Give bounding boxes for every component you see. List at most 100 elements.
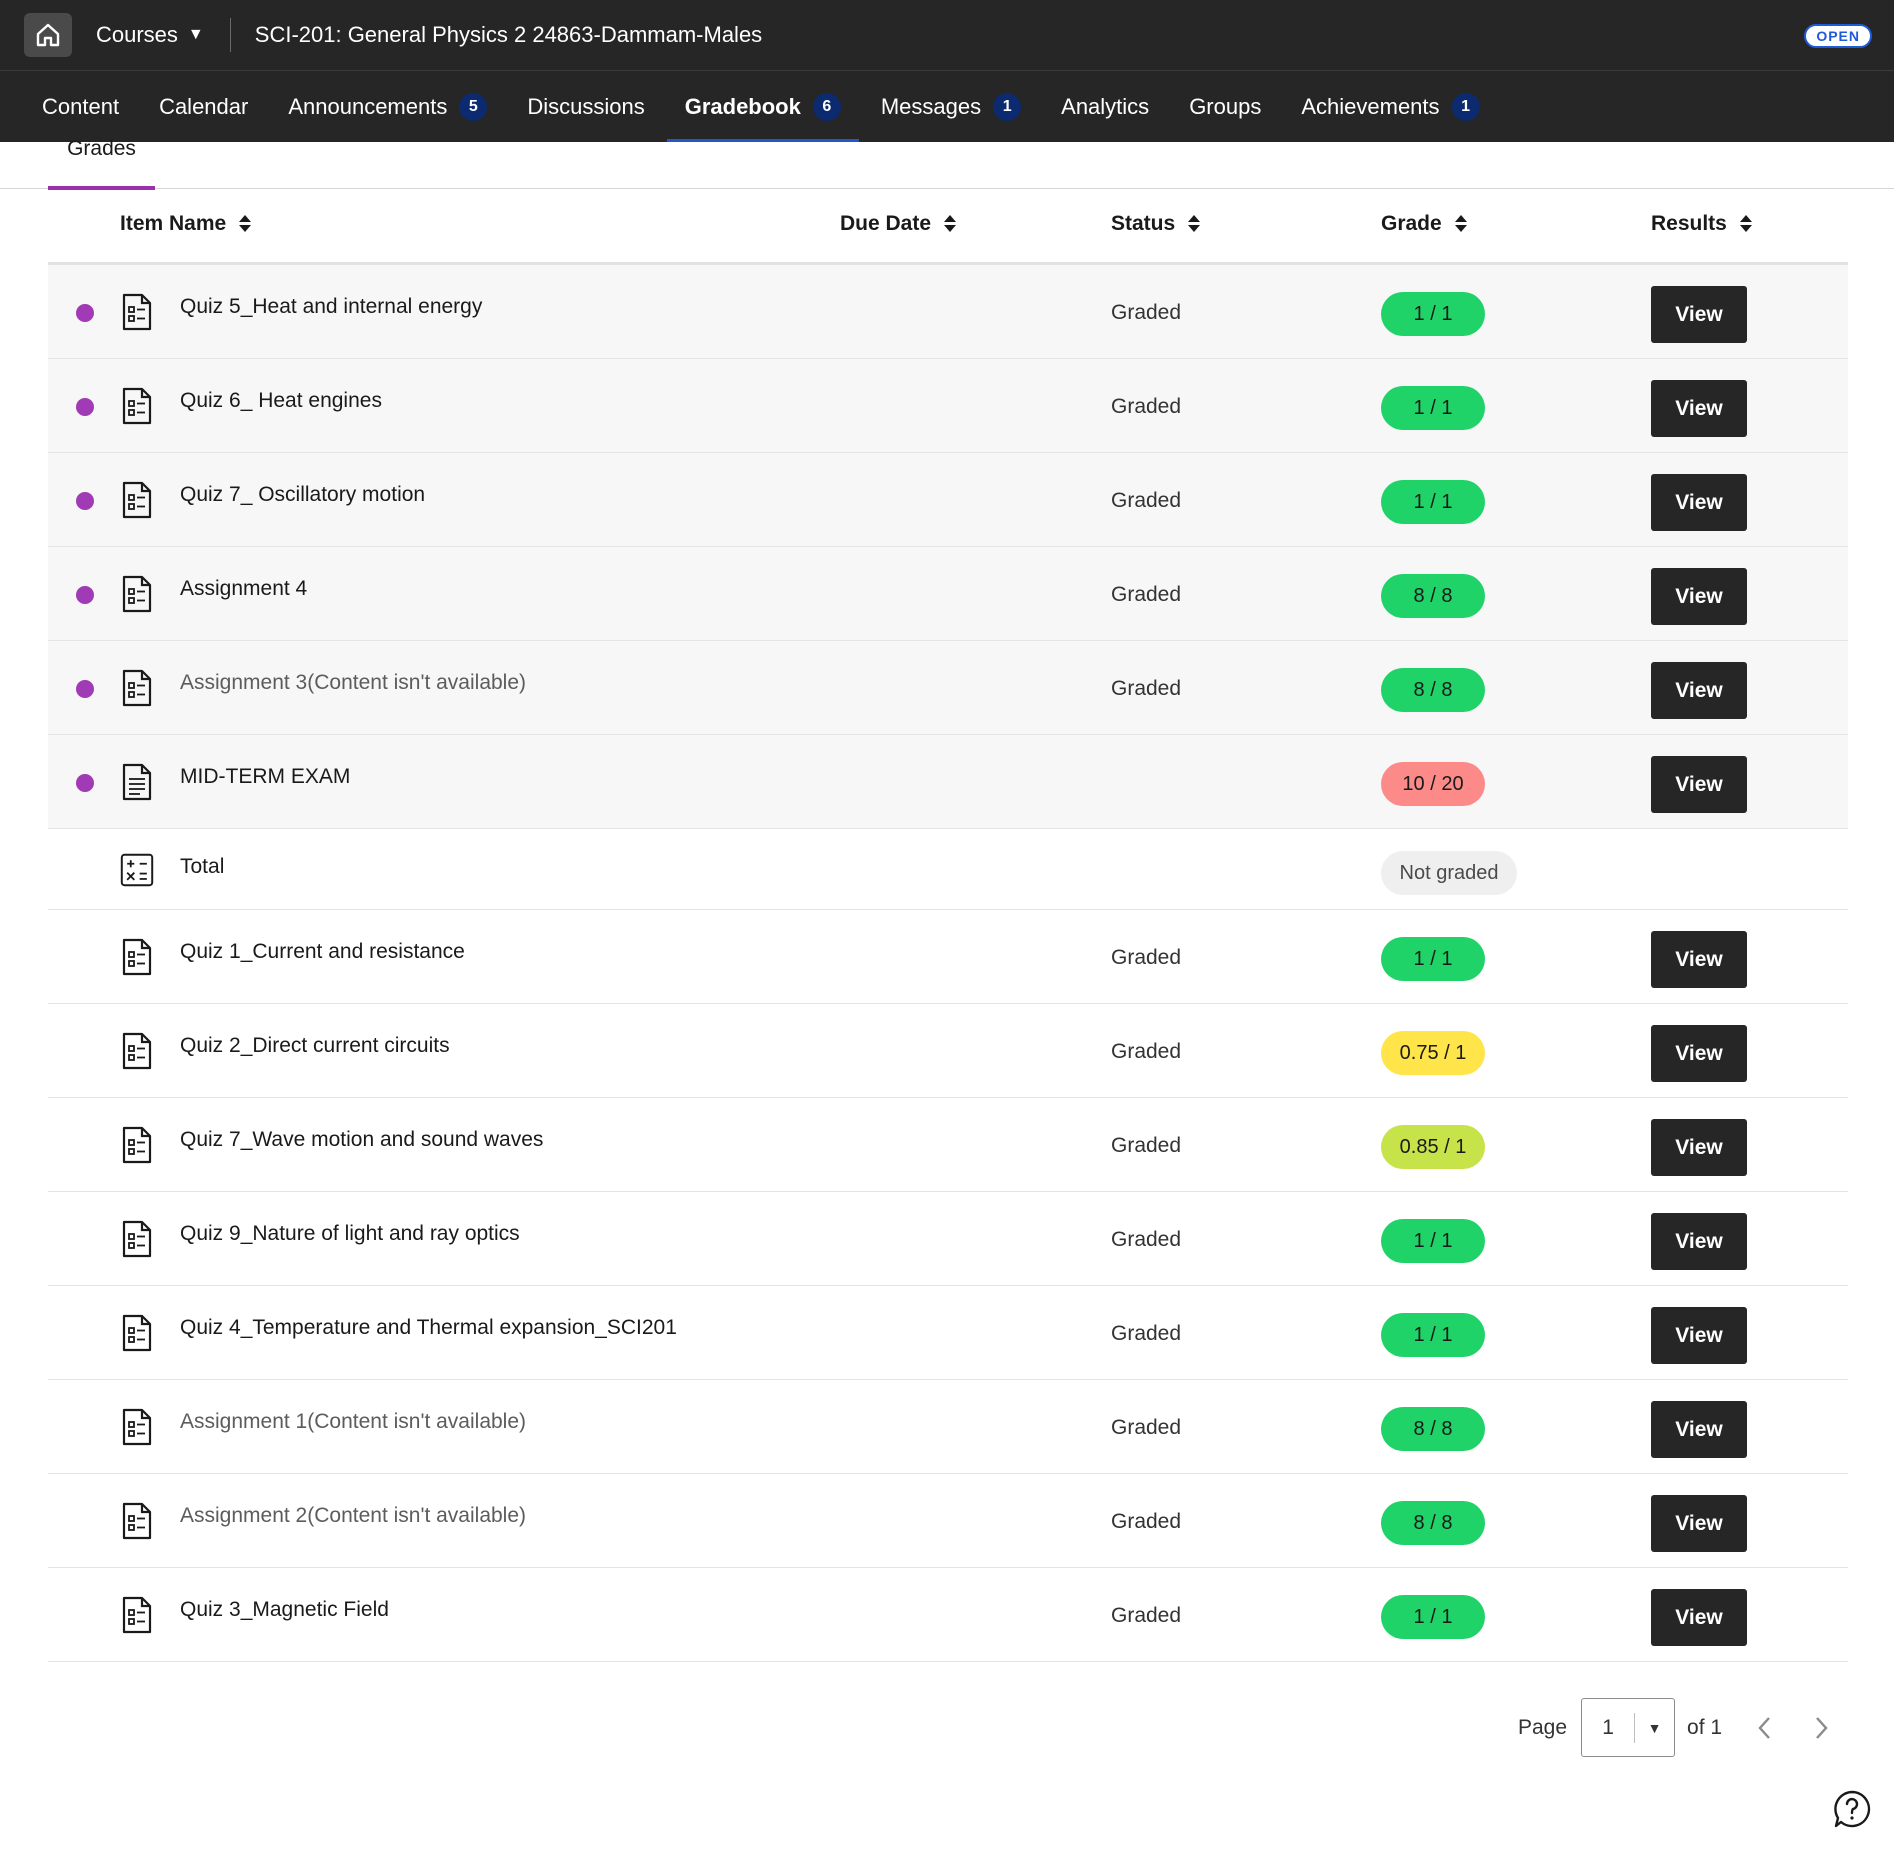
courses-menu[interactable]: Courses ▼ xyxy=(96,22,204,48)
header-label: Due Date xyxy=(840,212,932,235)
table-row: Quiz 5_Heat and internal energy Graded 1 /… xyxy=(48,265,1848,359)
item-name[interactable]: Quiz 7_ Oscillatory motion xyxy=(180,483,425,507)
caret-down-icon: ▼ xyxy=(1647,1719,1662,1736)
tab-label: Groups xyxy=(1189,93,1262,119)
item-name[interactable]: Quiz 2_Direct current circuits xyxy=(180,1034,450,1058)
tab-gradebook[interactable]: Gradebook 6 xyxy=(666,71,860,142)
quiz-document-icon xyxy=(122,1032,152,1070)
count-badge: 6 xyxy=(812,92,841,121)
table-row: Quiz 9_Nature of light and ray optics Gra… xyxy=(48,1192,1848,1286)
grade-pill: 8 / 8 xyxy=(1381,1501,1485,1545)
status-text: Graded xyxy=(1111,489,1182,512)
new-item-dot xyxy=(76,774,94,792)
item-name[interactable]: Assignment 2(Content isn't available) xyxy=(180,1504,526,1528)
item-name[interactable]: MID-TERM EXAM xyxy=(180,765,350,789)
tab-achievements[interactable]: Achievements 1 xyxy=(1283,71,1497,142)
item-name[interactable]: Quiz 5_Heat and internal energy xyxy=(180,295,482,319)
quiz-document-icon xyxy=(122,575,152,613)
tab-grades[interactable]: Grades xyxy=(48,138,155,190)
table-row: Quiz 2_Direct current circuits Graded 0.75… xyxy=(48,1004,1848,1098)
pagination: Page 1 ▼ of 1 xyxy=(1518,1697,1834,1758)
header-grade[interactable]: Grade xyxy=(1381,212,1468,236)
table-row: Assignment 2(Content isn't available) Gra… xyxy=(48,1474,1848,1568)
item-name[interactable]: Assignment 3(Content isn't available) xyxy=(180,671,526,695)
top-bar: Courses ▼ SCI-201: General Physics 2 248… xyxy=(0,0,1894,71)
new-item-dot xyxy=(76,680,94,698)
header-label: Results xyxy=(1651,212,1727,235)
header-label: Item Name xyxy=(120,212,227,235)
header-results[interactable]: Results xyxy=(1651,212,1753,236)
item-name[interactable]: Quiz 1_Current and resistance xyxy=(180,940,465,964)
item-name[interactable]: Quiz 6_ Heat engines xyxy=(180,389,382,413)
item-name: Total xyxy=(180,855,225,878)
tab-analytics[interactable]: Analytics xyxy=(1043,71,1167,142)
item-name[interactable]: Quiz 3_Magnetic Field xyxy=(180,1598,389,1622)
view-results-button[interactable]: View xyxy=(1651,1025,1747,1082)
view-results-button[interactable]: View xyxy=(1651,756,1747,813)
tab-label: Gradebook xyxy=(684,93,801,119)
view-results-button[interactable]: View xyxy=(1651,1589,1747,1646)
status-text: Graded xyxy=(1111,1322,1182,1345)
tab-messages[interactable]: Messages 1 xyxy=(863,71,1039,142)
tab-calendar[interactable]: Calendar xyxy=(141,71,266,142)
home-button[interactable] xyxy=(24,13,72,57)
view-results-button[interactable]: View xyxy=(1651,662,1747,719)
page-select-value: 1 xyxy=(1602,1715,1614,1739)
tab-discussions[interactable]: Discussions xyxy=(509,71,662,142)
tab-content[interactable]: Content xyxy=(0,71,137,142)
sort-icon xyxy=(1187,213,1201,235)
tab-groups[interactable]: Groups xyxy=(1171,71,1279,142)
item-name[interactable]: Assignment 1(Content isn't available) xyxy=(180,1410,526,1434)
quiz-document-icon xyxy=(122,387,152,425)
status-text: Graded xyxy=(1111,1040,1182,1063)
quiz-document-icon xyxy=(122,1314,152,1352)
grade-pill: 1 / 1 xyxy=(1381,386,1485,430)
tab-announcements[interactable]: Announcements 5 xyxy=(270,71,505,142)
tab-label: Analytics xyxy=(1061,93,1150,119)
tab-label: Achievements xyxy=(1301,93,1440,119)
sort-icon xyxy=(943,213,957,235)
grade-pill: 1 / 1 xyxy=(1381,480,1485,524)
view-results-button[interactable]: View xyxy=(1651,1307,1747,1364)
view-results-button[interactable]: View xyxy=(1651,931,1747,988)
chevron-left-icon[interactable] xyxy=(1752,1713,1778,1743)
view-results-button[interactable]: View xyxy=(1651,568,1747,625)
help-icon[interactable] xyxy=(1832,1789,1872,1829)
status-text: Graded xyxy=(1111,946,1182,969)
courses-label: Courses xyxy=(96,22,178,47)
view-results-button[interactable]: View xyxy=(1651,474,1747,531)
item-name[interactable]: Quiz 9_Nature of light and ray optics xyxy=(180,1222,520,1246)
calculator-icon xyxy=(120,853,154,887)
sort-icon xyxy=(238,213,252,235)
item-name[interactable]: Quiz 7_Wave motion and sound waves xyxy=(180,1128,543,1152)
status-text: Graded xyxy=(1111,1604,1182,1627)
header-due-date[interactable]: Due Date xyxy=(840,212,957,236)
sort-icon xyxy=(1454,213,1468,235)
new-item-dot xyxy=(76,492,94,510)
table-row: Quiz 7_Wave motion and sound waves Graded… xyxy=(48,1098,1848,1192)
page-select[interactable]: 1 ▼ xyxy=(1581,1698,1676,1757)
header-item-name[interactable]: Item Name xyxy=(120,212,252,236)
new-item-dot xyxy=(76,304,94,322)
view-results-button[interactable]: View xyxy=(1651,1495,1747,1552)
view-results-button[interactable]: View xyxy=(1651,1119,1747,1176)
tab-label: Calendar xyxy=(159,93,249,119)
page-count-label: of 1 xyxy=(1687,1715,1723,1739)
item-name[interactable]: Assignment 4 xyxy=(180,577,307,601)
view-results-button[interactable]: View xyxy=(1651,1213,1747,1270)
view-results-button[interactable]: View xyxy=(1651,380,1747,437)
quiz-document-icon xyxy=(122,1408,152,1446)
header-status[interactable]: Status xyxy=(1111,212,1201,236)
item-name[interactable]: Quiz 4_Temperature and Thermal expansion… xyxy=(180,1316,677,1340)
grade-pill: 8 / 8 xyxy=(1381,574,1485,618)
table-row: Assignment 1(Content isn't available) Gra… xyxy=(48,1380,1848,1474)
view-results-button[interactable]: View xyxy=(1651,1401,1747,1458)
chevron-right-icon[interactable] xyxy=(1808,1713,1834,1743)
quiz-document-icon xyxy=(122,293,152,331)
grade-pill: 10 / 20 xyxy=(1381,762,1485,806)
status-text: Graded xyxy=(1111,395,1182,418)
view-results-button[interactable]: View xyxy=(1651,286,1747,343)
table-row: Quiz 3_Magnetic Field Graded 1 / 1 View xyxy=(48,1568,1848,1662)
grade-pill: 0.75 / 1 xyxy=(1381,1031,1485,1075)
open-badge: OPEN xyxy=(1804,24,1872,48)
